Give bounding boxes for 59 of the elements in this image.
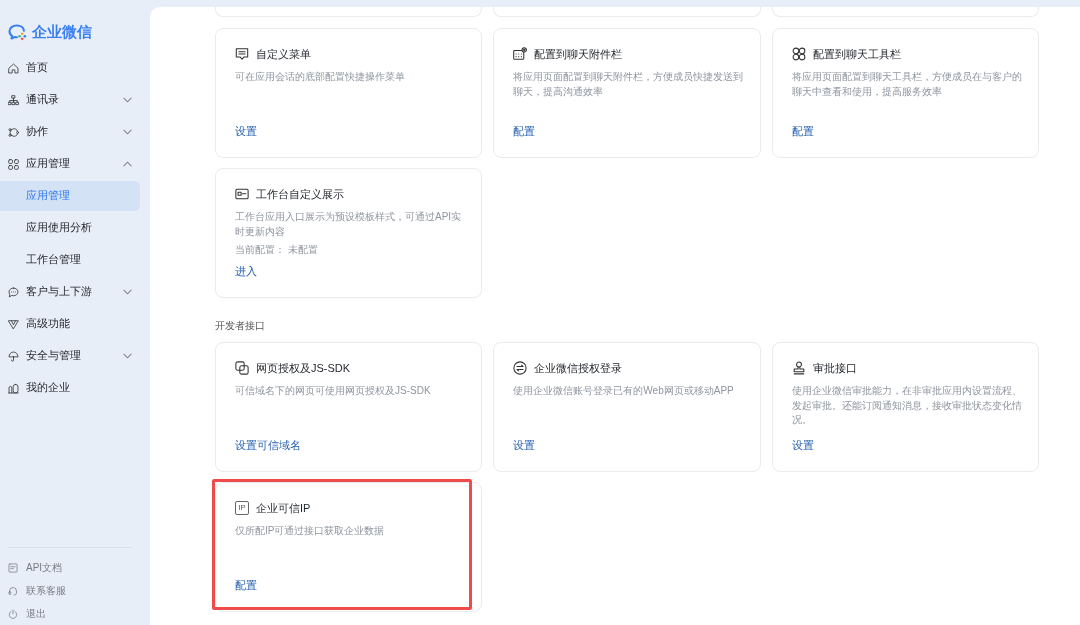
nav-subitem[interactable]: 工作台管理 [0,245,140,275]
ring-nodes-icon [8,126,19,138]
v-shape-icon [8,318,19,330]
card-description: 可信域名下的网页可使用网页授权及JS-SDK [235,384,432,398]
config-status: 当前配置： 未配置 [235,243,319,257]
footer-link[interactable]: 联系客服 [0,579,150,602]
nav-item[interactable]: 协作 [0,117,140,147]
card-description: 工作台应用入口展示为预设模板样式，可通过API实时更新内容 [235,210,463,239]
nav-item[interactable]: 首页 [0,53,140,83]
chat-bubble-icon [8,286,19,298]
overlap-squares-icon [235,361,249,375]
buildings-icon [8,382,19,394]
nav-item[interactable]: 通讯录 [0,85,140,115]
message-lines-icon [235,47,249,61]
card-description: 使用企业微信审批能力，在非审批应用内设置流程、发起审批。还能订阅通知消息，接收审批状态变化情况。 [791,384,1023,427]
card-description: 使用企业微信账号登录已有的Web网页或移动APP [513,384,735,398]
card-title: 网页授权及JS-SDK [256,361,351,376]
card-title: 审批接口 [812,361,857,376]
card-link[interactable]: 设置可信域名 [235,437,301,453]
card-title: 配置到聊天附件栏 [534,47,623,62]
swap-arrows-icon [513,361,528,375]
card-title: 企业可信IP [256,501,311,516]
home-icon [8,62,19,74]
card-link[interactable]: 进入 [235,263,257,279]
card-link[interactable]: 设置 [513,437,536,453]
card-link[interactable]: 配置 [513,123,536,139]
headset-icon [8,585,18,596]
footer-link[interactable]: 退出 [0,602,150,625]
nav-item[interactable]: 客户与上下游 [0,277,140,307]
power-icon [8,608,18,619]
four-petal-icon [791,47,806,61]
card-title: 工作台自定义展示 [256,187,344,202]
keypad-plus-icon [513,47,528,61]
card-title: 企业微信授权登录 [534,361,623,376]
card-description: 将应用页面配置到聊天工具栏，方便成员在与客户的聊天中查看和使用，提高服务效率 [791,70,1023,99]
org-chart-icon [8,94,19,106]
footer-link[interactable]: API文档 [0,556,150,579]
grid-icon [8,158,19,170]
nav-item[interactable]: 安全与管理 [0,341,140,371]
card-title: 自定义菜单 [256,47,311,62]
card-description: 可在应用会话的底部配置快捷操作菜单 [235,70,406,84]
stamp-icon [791,361,806,375]
nav-subitem[interactable]: 应用使用分析 [0,213,140,243]
card-link[interactable]: 配置 [235,577,257,593]
document-icon [8,562,18,573]
nav-item[interactable]: 高级功能 [0,309,140,339]
card-link[interactable]: 设置 [235,123,257,139]
card-description: 将应用页面配置到聊天附件栏，方便成员快捷发送到聊天，提高沟通效率 [513,70,745,99]
logo-icon [8,23,27,41]
card-link[interactable]: 设置 [791,437,814,453]
section-heading: 开发者接口 [215,319,266,333]
window-icon [235,187,249,201]
umbrella-icon [8,350,19,362]
card-link[interactable]: 配置 [791,123,814,139]
card-title: 配置到聊天工具栏 [812,47,901,62]
logo-text: 企业微信 [32,22,92,42]
nav-item[interactable]: 我的企业 [0,373,140,403]
nav-item[interactable]: 应用管理 [0,149,140,179]
card-description: 仅所配IP可通过接口获取企业数据 [235,524,386,538]
